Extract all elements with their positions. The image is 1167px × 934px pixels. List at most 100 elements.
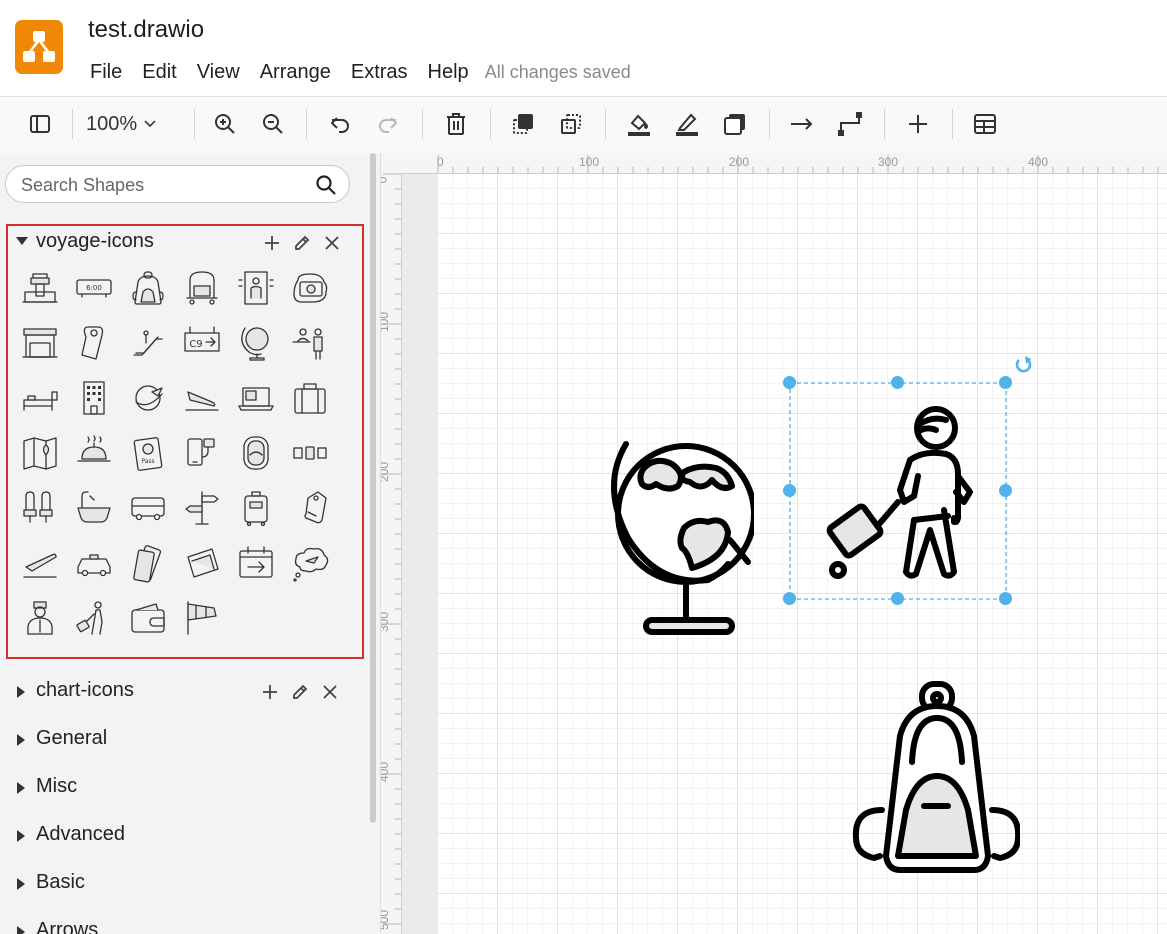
edit-pencil-icon[interactable] [291, 232, 313, 254]
trolley-case-icon[interactable] [236, 488, 276, 528]
camera-icon[interactable] [290, 268, 330, 308]
rotate-handle-icon[interactable] [1013, 354, 1033, 376]
insert-plus-icon[interactable] [901, 107, 935, 141]
zoom-out-icon[interactable] [256, 107, 290, 141]
caret-down-icon[interactable] [16, 237, 28, 245]
dream-trip-icon[interactable] [290, 543, 330, 583]
palette-title[interactable]: voyage-icons [36, 230, 154, 253]
resize-handle-sw[interactable] [783, 592, 796, 605]
to-front-icon[interactable] [506, 107, 540, 141]
security-gate-icon[interactable] [236, 268, 276, 308]
airplane-globe-icon[interactable] [128, 378, 168, 418]
resize-handle-ne[interactable] [999, 376, 1012, 389]
add-icon[interactable] [259, 681, 281, 703]
airport-tower-icon[interactable] [20, 268, 60, 308]
airplane-window-icon[interactable] [236, 433, 276, 473]
bus-icon[interactable] [128, 488, 168, 528]
passport-icon[interactable]: Pass [128, 433, 168, 473]
sidebar-scrollbar[interactable] [370, 153, 376, 823]
bellboy-icon[interactable] [20, 598, 60, 638]
line-color-icon[interactable] [670, 107, 704, 141]
section-title: chart-icons [36, 679, 134, 701]
section-chart-icons[interactable]: chart-icons [0, 677, 360, 707]
to-back-icon[interactable] [554, 107, 588, 141]
luggage-tag-icon[interactable] [290, 488, 330, 528]
zoom-select[interactable]: 100% [86, 107, 157, 141]
waypoints-icon[interactable] [833, 107, 867, 141]
add-icon[interactable] [261, 232, 283, 254]
search-shapes-input[interactable] [19, 173, 303, 197]
suitcase-icon[interactable] [290, 378, 330, 418]
check-in-desk-icon[interactable] [20, 323, 60, 363]
map-icon[interactable] [20, 433, 60, 473]
airplane-takeoff-icon[interactable] [20, 543, 60, 583]
bathtub-icon[interactable] [74, 488, 114, 528]
sidebar-toggle-icon[interactable] [23, 107, 57, 141]
drawio-logo-icon[interactable] [15, 20, 63, 74]
ruler-label: 500 [381, 909, 392, 931]
section-arrows[interactable]: Arrows [0, 917, 360, 934]
gate-sign-icon[interactable]: C9 [182, 323, 222, 363]
table-icon[interactable] [968, 107, 1002, 141]
caret-right-icon [17, 782, 25, 794]
search-icon[interactable] [315, 174, 337, 201]
seat-belt-icon[interactable] [290, 433, 330, 473]
section-general[interactable]: General [0, 725, 360, 755]
menu-arrange[interactable]: Arrange [250, 58, 341, 86]
door-hanger-icon[interactable] [74, 323, 114, 363]
wallet-icon[interactable] [128, 598, 168, 638]
backpack-shape[interactable] [852, 680, 1020, 874]
menu-edit[interactable]: Edit [132, 58, 186, 86]
boarding-pass-icon[interactable] [128, 543, 168, 583]
close-icon[interactable] [319, 681, 341, 703]
airplane-landing-icon[interactable] [182, 378, 222, 418]
section-advanced[interactable]: Advanced [0, 821, 360, 851]
tickets-icon[interactable] [182, 543, 222, 583]
laptop-icon[interactable] [236, 378, 276, 418]
resize-handle-e[interactable] [999, 484, 1012, 497]
reception-icon[interactable] [290, 323, 330, 363]
connection-arrow-icon[interactable] [785, 107, 819, 141]
resize-handle-w[interactable] [783, 484, 796, 497]
document-title[interactable]: test.drawio [88, 16, 204, 44]
resize-handle-se[interactable] [999, 592, 1012, 605]
delete-icon[interactable] [439, 107, 473, 141]
hotel-bed-icon[interactable] [20, 378, 60, 418]
mobile-boarding-icon[interactable] [182, 433, 222, 473]
menu-view[interactable]: View [187, 58, 250, 86]
undo-icon[interactable] [323, 107, 357, 141]
globe-shape[interactable] [608, 436, 754, 636]
section-basic[interactable]: Basic [0, 869, 360, 899]
menu-extras[interactable]: Extras [341, 58, 418, 86]
resize-handle-n[interactable] [891, 376, 904, 389]
escalator-icon[interactable] [128, 323, 168, 363]
backpack-icon[interactable] [128, 268, 168, 308]
resize-handle-nw[interactable] [783, 376, 796, 389]
airplane-seats-icon[interactable] [20, 488, 60, 528]
globe-icon[interactable] [236, 323, 276, 363]
windsock-icon[interactable] [182, 598, 222, 638]
zoom-in-icon[interactable] [208, 107, 242, 141]
diagram-page[interactable] [438, 174, 1167, 934]
room-service-icon[interactable] [74, 433, 114, 473]
section-misc[interactable]: Misc [0, 773, 360, 803]
edit-pencil-icon[interactable] [289, 681, 311, 703]
hotel-building-icon[interactable] [74, 378, 114, 418]
fill-color-icon[interactable] [622, 107, 656, 141]
menu-help[interactable]: Help [418, 58, 479, 86]
diagram-canvas[interactable] [402, 174, 1167, 934]
shadow-icon[interactable] [718, 107, 752, 141]
signpost-icon[interactable] [182, 488, 222, 528]
traveler-icon[interactable] [74, 598, 114, 638]
ruler-label: 0 [437, 155, 444, 169]
luggage-cart-icon[interactable] [182, 268, 222, 308]
calendar-arrow-icon[interactable] [236, 543, 276, 583]
palette-header[interactable]: voyage-icons [8, 226, 362, 260]
close-icon[interactable] [321, 232, 343, 254]
redo-icon[interactable] [371, 107, 405, 141]
taxi-icon[interactable] [74, 543, 114, 583]
resize-handle-s[interactable] [891, 592, 904, 605]
menu-file[interactable]: File [80, 58, 132, 86]
caret-right-icon [17, 926, 25, 934]
departure-clock-icon[interactable]: 6:00 [74, 268, 114, 308]
